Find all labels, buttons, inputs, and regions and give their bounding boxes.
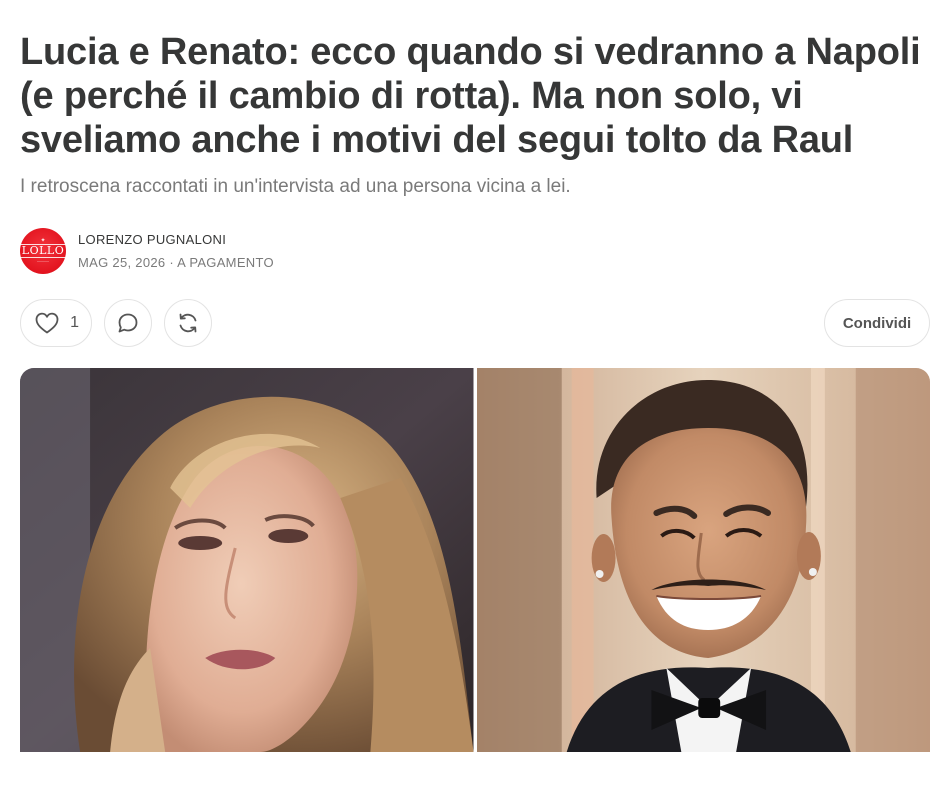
publish-date: MAG 25, 2026 · A PAGAMENTO	[78, 255, 274, 270]
restack-icon	[176, 311, 200, 335]
heart-icon	[35, 312, 59, 334]
byline-meta: LORENZO PUGNALONI MAG 25, 2026 · A PAGAM…	[78, 231, 274, 271]
article-page: Lucia e Renato: ecco quando si vedranno …	[0, 30, 952, 795]
article-subtitle: I retroscena raccontati in un'intervista…	[20, 176, 571, 197]
comment-button[interactable]	[104, 299, 152, 347]
author-avatar[interactable]: ✦ LOLLO ———	[18, 228, 68, 274]
share-button[interactable]: Condividi	[824, 299, 930, 347]
comment-icon	[116, 311, 140, 335]
man-portrait	[476, 368, 930, 752]
hero-image-left	[20, 368, 474, 752]
avatar-logo-text: LOLLO	[18, 244, 68, 258]
woman-portrait	[20, 368, 474, 752]
like-button[interactable]: 1	[20, 299, 92, 347]
hero-image-right	[476, 368, 930, 752]
hero-image[interactable]	[20, 368, 930, 752]
action-bar: 1 Condividi	[20, 298, 930, 348]
byline: ✦ LOLLO ——— LORENZO PUGNALONI MAG 25, 20…	[18, 228, 930, 274]
author-name[interactable]: LORENZO PUGNALONI	[78, 231, 274, 248]
like-count: 1	[70, 314, 79, 331]
restack-button[interactable]	[164, 299, 212, 347]
article-title: Lucia e Renato: ecco quando si vedranno …	[20, 31, 921, 161]
